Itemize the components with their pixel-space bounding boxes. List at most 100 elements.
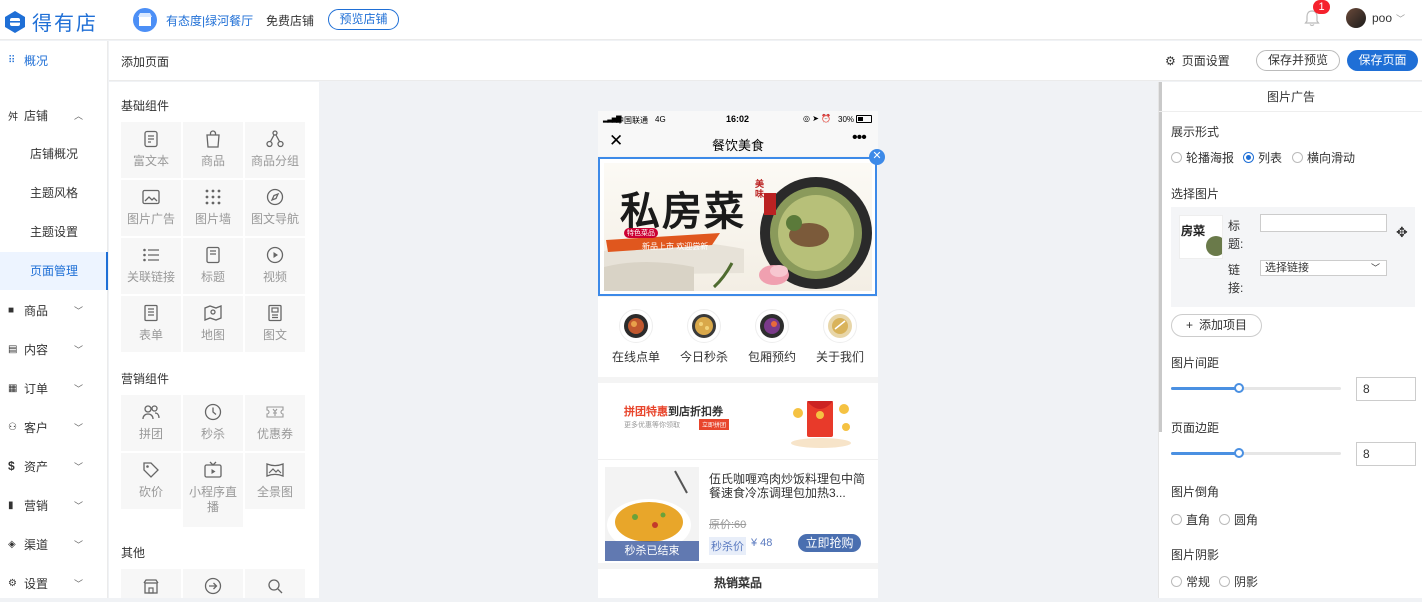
- more-icon[interactable]: •••: [852, 129, 867, 147]
- sidebar-item-shop-overview[interactable]: 店铺概况: [0, 135, 108, 173]
- move-handle-icon[interactable]: ✥: [1396, 224, 1408, 241]
- coupon-banner[interactable]: 拼团特惠到店折扣券 更多优惠等你领取 立即拼团: [598, 383, 878, 459]
- sidebar-item-customers[interactable]: ⚇ 客户 ﹀: [0, 408, 108, 446]
- nav-item-label: 包厢预约: [747, 350, 796, 364]
- radio-circle: [1219, 514, 1230, 525]
- radio-horizontal-scroll[interactable]: 横向滑动: [1292, 149, 1355, 166]
- remove-component-close-icon[interactable]: ✕: [869, 149, 885, 165]
- component-rich-text[interactable]: 富文本: [121, 122, 181, 178]
- editor-canvas: ▂▃▅▇ 中国联通 4G 16:02 ◎ ➤ ⏰ 30% ✕ 餐饮美食 •••: [320, 82, 1156, 598]
- map-icon: [204, 303, 222, 323]
- sidebar-item-assets[interactable]: $ 资产 ﹀: [0, 447, 108, 485]
- component-image-text[interactable]: 图文: [245, 296, 305, 352]
- component-label: 优惠券: [256, 427, 293, 441]
- sidebar-item-orders[interactable]: ▦ 订单 ﹀: [0, 369, 108, 407]
- phone-preview: ▂▃▅▇ 中国联通 4G 16:02 ◎ ➤ ⏰ 30% ✕ 餐饮美食 •••: [598, 111, 885, 598]
- slider-handle[interactable]: [1234, 383, 1244, 393]
- radio-round-corner[interactable]: 圆角: [1219, 511, 1258, 528]
- sidebar-item-channels[interactable]: ◈ 渠道 ﹀: [0, 525, 108, 563]
- sidebar-item-goods[interactable]: ■ 商品 ﹀: [0, 291, 108, 329]
- component-flash-sale[interactable]: 秒杀: [183, 395, 243, 451]
- flash-price-label: 秒杀价: [709, 537, 746, 555]
- component-coupon[interactable]: 优惠券: [245, 395, 305, 451]
- radio-square-corner[interactable]: 直角: [1171, 511, 1210, 528]
- component-image-nav[interactable]: 图文导航: [245, 180, 305, 236]
- sidebar-item-content[interactable]: ▤ 内容 ﹀: [0, 330, 108, 368]
- component-other-enter[interactable]: [183, 569, 243, 598]
- flash-sale-product-card[interactable]: 秒杀已结束 伍氏咖喱鸡肉炒饭料理包中简餐速食冷冻调理包加热3... 原价:60 …: [598, 459, 878, 563]
- select-image-label: 选择图片: [1171, 187, 1220, 201]
- component-form[interactable]: 表单: [121, 296, 181, 352]
- component-label: 关联链接: [126, 270, 175, 284]
- component-image-ad[interactable]: 图片广告: [121, 180, 181, 236]
- image-title-input[interactable]: [1260, 214, 1387, 232]
- link-select[interactable]: 选择链接 ﹀: [1260, 260, 1387, 276]
- component-label: 小程序直播: [188, 485, 237, 514]
- radio-shadow-on[interactable]: 阴影: [1219, 573, 1258, 590]
- component-map[interactable]: 地图: [183, 296, 243, 352]
- component-related-links[interactable]: 关联链接: [121, 238, 181, 294]
- component-other-store[interactable]: [121, 569, 181, 598]
- image-thumbnail[interactable]: 房菜: [1179, 215, 1223, 259]
- radio-label: 常规: [1186, 575, 1211, 589]
- image-nav-row: 在线点单 今日秒杀 包厢预约 关于我们: [598, 297, 878, 377]
- component-title[interactable]: 标题: [183, 238, 243, 294]
- sidebar-item-marketing[interactable]: ▮ 营销 ﹀: [0, 486, 108, 524]
- component-label: 砍价: [138, 485, 163, 499]
- user-avatar[interactable]: [1346, 8, 1366, 28]
- component-bargain[interactable]: 砍价: [121, 453, 181, 509]
- component-group-buy[interactable]: 拼团: [121, 395, 181, 451]
- component-label: 商品分组: [250, 154, 299, 168]
- save-and-preview-button[interactable]: 保存并预览: [1256, 50, 1340, 71]
- image-spacing-input[interactable]: 8: [1356, 377, 1416, 401]
- chevron-down-icon[interactable]: ﹀: [1396, 12, 1405, 25]
- page-settings-button[interactable]: ⚙ 页面设置: [1165, 52, 1230, 69]
- slider-handle[interactable]: [1234, 448, 1244, 458]
- panel-title: 图片广告: [1159, 82, 1422, 112]
- nav-item-flash-sale[interactable]: 今日秒杀: [669, 309, 739, 365]
- image-spacing-label: 图片间距: [1171, 356, 1220, 370]
- image-spacing-slider[interactable]: [1171, 383, 1341, 393]
- sidebar-item-page-manage[interactable]: 页面管理: [0, 252, 108, 290]
- nav-item-private-room[interactable]: 包厢预约: [737, 309, 807, 365]
- save-page-button[interactable]: 保存页面: [1347, 50, 1418, 71]
- page-margin-input[interactable]: 8: [1356, 442, 1416, 466]
- component-panel: 基础组件 富文本 商品 商品分组 图片广告 图片墙 图文导航 关联链接 标题 视…: [109, 82, 319, 598]
- sidebar-item-theme-settings[interactable]: 主题设置: [0, 213, 108, 251]
- nav-item-about-us[interactable]: 关于我们: [805, 309, 875, 365]
- sidebar-item-settings[interactable]: ⚙ 设置 ﹀: [0, 564, 108, 602]
- image-ad-component[interactable]: 私房菜 美味 特色菜品 新品上市 欢迎尝新: [598, 157, 877, 296]
- component-image-wall[interactable]: 图片墙: [183, 180, 243, 236]
- page-margin-slider[interactable]: [1171, 448, 1341, 458]
- component-mini-program-live[interactable]: 小程序直播: [183, 453, 243, 527]
- component-video[interactable]: 视频: [245, 238, 305, 294]
- store-name[interactable]: 有态度|绿河餐厅: [166, 12, 253, 29]
- sidebar-item-theme-style[interactable]: 主题风格: [0, 174, 108, 212]
- buy-now-button[interactable]: 立即抢购: [798, 534, 861, 552]
- nav-item-online-order[interactable]: 在线点单: [601, 309, 671, 365]
- radio-circle: [1171, 152, 1182, 163]
- radio-carousel[interactable]: 轮播海报: [1171, 149, 1234, 166]
- component-goods-group[interactable]: 商品分组: [245, 122, 305, 178]
- component-goods[interactable]: 商品: [183, 122, 243, 178]
- chevron-down-icon: ﹀: [74, 383, 84, 394]
- sidebar-item-label: 渠道: [24, 537, 49, 552]
- goods-icon: ■: [8, 304, 15, 316]
- preview-store-button[interactable]: 预览店铺: [328, 9, 399, 30]
- basic-components-title: 基础组件: [121, 99, 170, 113]
- component-label: 图片广告: [126, 212, 175, 226]
- sidebar-item-overview[interactable]: ⠿ 概况: [0, 41, 108, 79]
- slider-fill: [1171, 387, 1239, 390]
- sale-ended-overlay: 秒杀已结束: [605, 541, 699, 561]
- component-other-search[interactable]: [245, 569, 305, 598]
- add-item-button[interactable]: + 添加项目: [1171, 314, 1262, 337]
- radio-shadow-normal[interactable]: 常规: [1171, 573, 1210, 590]
- panel-scrollbar[interactable]: [1159, 82, 1162, 432]
- sidebar-item-shop[interactable]: ⾇ 店铺 ︿: [0, 96, 108, 134]
- brand-logo[interactable]: 得有店: [4, 7, 98, 36]
- nav-item-label: 今日秒杀: [679, 350, 728, 364]
- radio-label: 圆角: [1234, 513, 1259, 527]
- radio-list[interactable]: 列表: [1243, 149, 1282, 166]
- username[interactable]: poo: [1372, 11, 1392, 25]
- component-panorama[interactable]: 全景图: [245, 453, 305, 509]
